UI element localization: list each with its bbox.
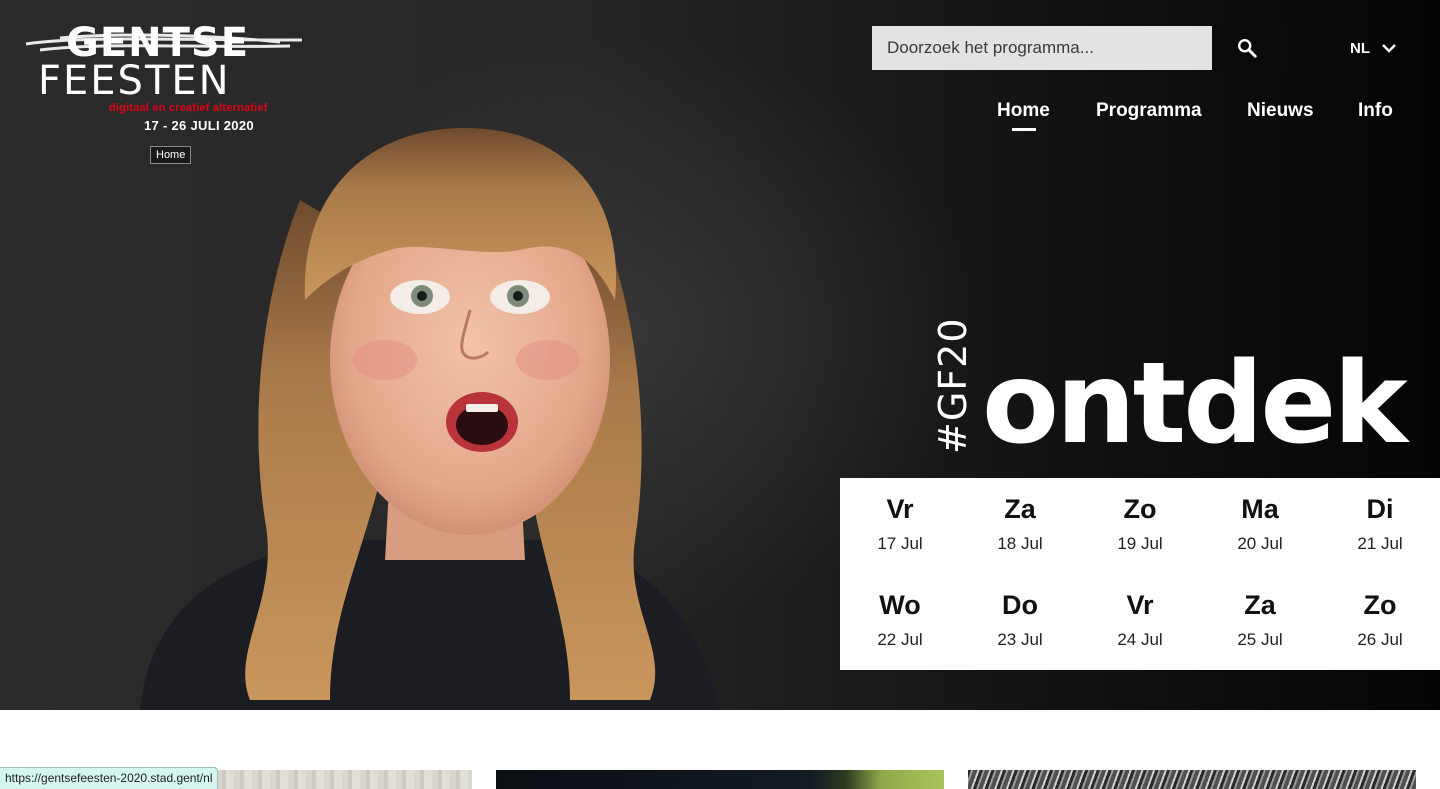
day-name: Zo [1363,590,1397,620]
search-input[interactable] [872,26,1212,70]
calendar-day[interactable]: Za 25 Jul [1200,574,1320,670]
day-name: Vr [886,494,914,524]
calendar-day[interactable]: Di 21 Jul [1320,478,1440,574]
calendar-day[interactable]: Vr 17 Jul [840,478,960,574]
calendar-day[interactable]: Wo 22 Jul [840,574,960,670]
day-name: Ma [1241,494,1279,524]
day-name: Za [1004,494,1036,524]
day-name: Di [1366,494,1394,524]
day-date: 24 Jul [1117,630,1163,649]
nav-item-programma[interactable]: Programma [1096,100,1202,122]
language-selector[interactable]: NL [1350,36,1396,60]
browser-status-url: https://gentsefeesten-2020.stad.gent/nl [0,767,219,789]
chevron-down-icon [1382,44,1396,53]
nav-item-home[interactable]: Home [997,100,1050,122]
day-date: 17 Jul [877,534,923,553]
day-date: 25 Jul [1237,630,1283,649]
day-date: 23 Jul [997,630,1043,649]
calendar-day[interactable]: Do 23 Jul [960,574,1080,670]
content-card-image[interactable] [496,770,944,789]
day-name: Wo [879,590,921,620]
day-name: Vr [1126,590,1154,620]
hero-headline: ontdek [982,339,1408,469]
hero-banner: GENTSE FEESTEN digitaal en creatief alte… [0,0,1440,710]
day-date: 21 Jul [1357,534,1403,553]
day-date: 26 Jul [1357,630,1403,649]
search-icon [1238,39,1257,58]
content-card-image[interactable] [968,770,1416,789]
hero-hashtag: #GF20 [931,317,975,455]
nav-active-indicator [1012,128,1036,131]
date-calendar: Vr 17 Jul Za 18 Jul Zo 19 Jul Ma 20 Jul Di 21… [840,478,1440,670]
search-button[interactable] [1212,26,1282,70]
calendar-day[interactable]: Za 18 Jul [960,478,1080,574]
calendar-day[interactable]: Zo 26 Jul [1320,574,1440,670]
main-nav: Home Programma Nieuws Info [0,100,1440,140]
day-date: 20 Jul [1237,534,1283,553]
day-date: 19 Jul [1117,534,1163,553]
day-name: Zo [1123,494,1157,524]
nav-item-nieuws[interactable]: Nieuws [1247,100,1314,122]
calendar-day[interactable]: Zo 19 Jul [1080,478,1200,574]
day-date: 18 Jul [997,534,1043,553]
calendar-day[interactable]: Vr 24 Jul [1080,574,1200,670]
nav-item-info[interactable]: Info [1358,100,1393,122]
home-tooltip: Home [150,146,192,164]
logo-title-line2: FEESTEN [38,58,231,104]
day-date: 22 Jul [877,630,923,649]
day-name: Do [1002,590,1038,620]
day-name: Za [1244,590,1276,620]
language-current: NL [1350,39,1370,57]
calendar-day[interactable]: Ma 20 Jul [1200,478,1320,574]
